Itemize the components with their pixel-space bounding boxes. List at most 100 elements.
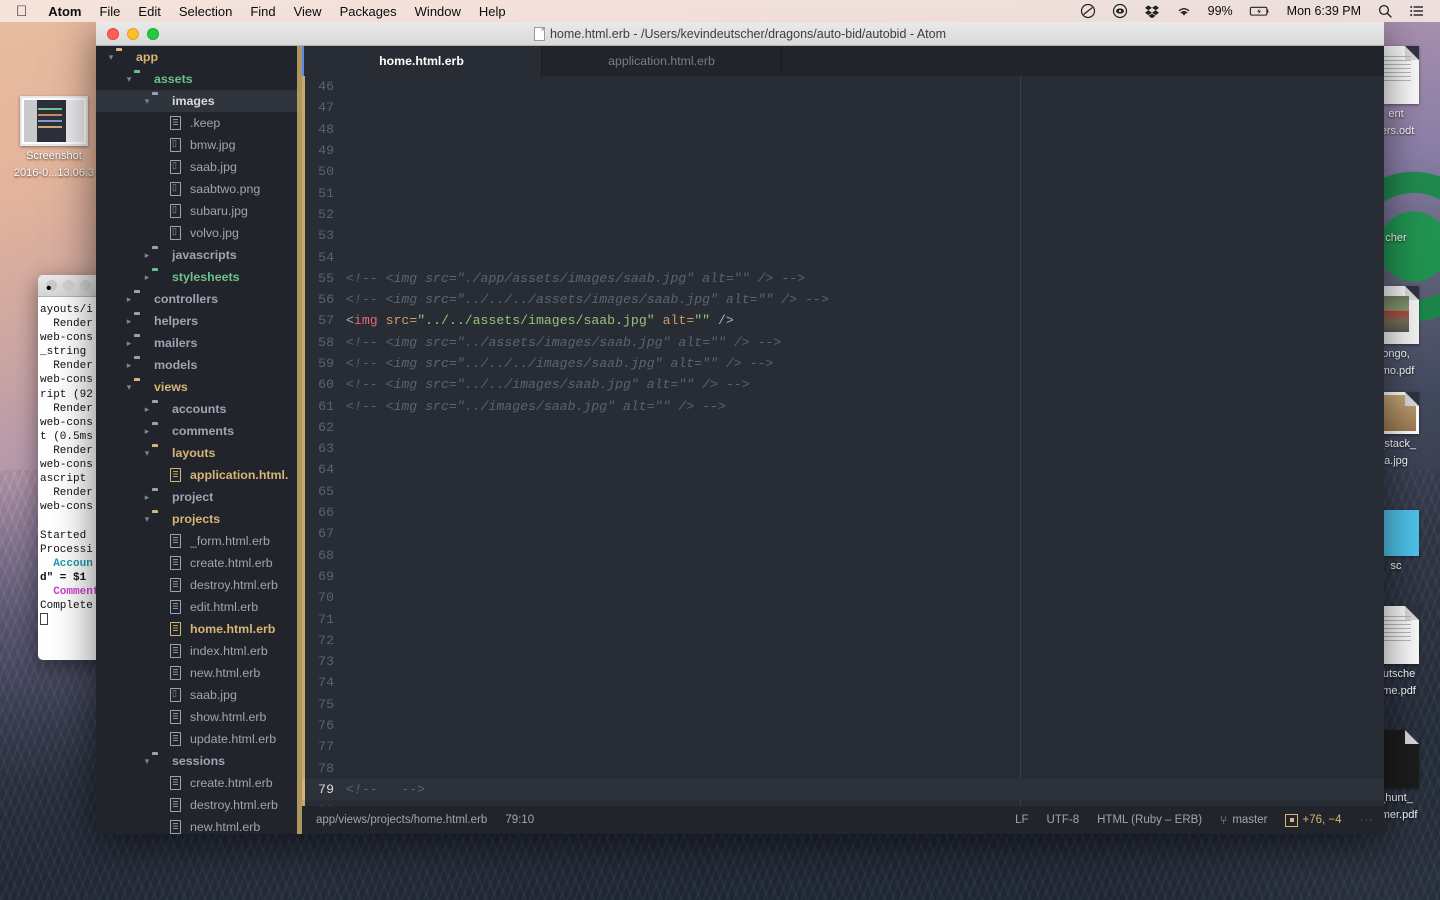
editor-line[interactable]: 76 bbox=[302, 715, 1384, 736]
tree-file-index-html-erb[interactable]: index.html.erb bbox=[96, 640, 302, 662]
tree-folder-project[interactable]: ▸ project bbox=[96, 486, 302, 508]
editor-line[interactable]: 46 bbox=[302, 76, 1384, 97]
editor-line[interactable]: 74 bbox=[302, 672, 1384, 693]
menu-item-find[interactable]: Find bbox=[241, 4, 284, 19]
tree-folder-images[interactable]: ▾ images bbox=[96, 90, 302, 112]
editor-line[interactable]: 61 <!-- <img src="../images/saab.jpg" alt… bbox=[302, 395, 1384, 416]
editor-line[interactable]: 51 bbox=[302, 182, 1384, 203]
status-git-branch[interactable]: ⑂ master bbox=[1220, 813, 1267, 827]
tree-folder-comments[interactable]: ▸ comments bbox=[96, 420, 302, 442]
menu-item-atom[interactable]: Atom bbox=[39, 4, 90, 19]
editor-line[interactable]: 78 bbox=[302, 758, 1384, 779]
atom-titlebar[interactable]: home.html.erb - /Users/kevindeutscher/dr… bbox=[96, 22, 1384, 46]
editor-line[interactable]: 72 bbox=[302, 630, 1384, 651]
editor-line[interactable]: 52 bbox=[302, 204, 1384, 225]
tree-file-destroy-html-erb[interactable]: destroy.html.erb bbox=[96, 794, 302, 816]
notification-center-icon[interactable] bbox=[1402, 3, 1432, 19]
tree-folder-layouts[interactable]: ▾ layouts bbox=[96, 442, 302, 464]
status-line-ending[interactable]: LF bbox=[1015, 814, 1028, 826]
battery-charging-icon[interactable] bbox=[1242, 3, 1278, 19]
menu-item-packages[interactable]: Packages bbox=[331, 4, 406, 19]
chevron-down-icon[interactable]: ▾ bbox=[124, 74, 134, 85]
chevron-right-icon[interactable]: ▸ bbox=[124, 316, 134, 327]
editor-line[interactable]: 75 bbox=[302, 694, 1384, 715]
tree-file-destroy-html-erb[interactable]: destroy.html.erb bbox=[96, 574, 302, 596]
chevron-right-icon[interactable]: ▸ bbox=[142, 426, 152, 437]
tree-file-update-html-erb[interactable]: update.html.erb bbox=[96, 728, 302, 750]
editor-line[interactable]: 67 bbox=[302, 523, 1384, 544]
menu-item-window[interactable]: Window bbox=[406, 4, 470, 19]
close-icon[interactable] bbox=[46, 280, 57, 291]
tree-file-edit-html-erb[interactable]: edit.html.erb bbox=[96, 596, 302, 618]
chevron-down-icon[interactable]: ▾ bbox=[142, 448, 152, 459]
tree-file-new-html-erb[interactable]: new.html.erb bbox=[96, 816, 302, 834]
editor-line[interactable]: 66 bbox=[302, 502, 1384, 523]
tab-application-html-erb[interactable]: application.html.erb bbox=[542, 46, 782, 76]
chevron-down-icon[interactable]: ▾ bbox=[142, 514, 152, 525]
status-bar[interactable]: app/views/projects/home.html.erb 79:10 L… bbox=[302, 806, 1384, 834]
menu-item-file[interactable]: File bbox=[90, 4, 129, 19]
chevron-right-icon[interactable]: ▸ bbox=[124, 360, 134, 371]
menu-item-help[interactable]: Help bbox=[470, 4, 515, 19]
editor-line[interactable]: 55 <!-- <img src="./app/assets/images/saa… bbox=[302, 268, 1384, 289]
status-cursor-position[interactable]: 79:10 bbox=[505, 814, 534, 826]
chevron-right-icon[interactable]: ▸ bbox=[142, 492, 152, 503]
zoom-icon[interactable] bbox=[80, 280, 91, 291]
status-git-diff[interactable]: +76, −4 bbox=[1285, 813, 1342, 827]
apple-menu-icon[interactable]:  bbox=[8, 4, 39, 19]
editor-line[interactable]: 53 bbox=[302, 225, 1384, 246]
dropbox-icon[interactable] bbox=[1137, 3, 1167, 19]
editor-line[interactable]: 80 bbox=[302, 800, 1384, 806]
chevron-right-icon[interactable]: ▸ bbox=[124, 338, 134, 349]
tree-folder-mailers[interactable]: ▸ mailers bbox=[96, 332, 302, 354]
do-not-disturb-icon[interactable] bbox=[1073, 3, 1103, 19]
tab-home-html-erb[interactable]: home.html.erb bbox=[302, 46, 542, 76]
spotlight-search-icon[interactable] bbox=[1370, 3, 1400, 19]
desktop-icon-screenshot[interactable]: Screenshot 2016-0...13.06.3 bbox=[8, 96, 100, 180]
status-grammar[interactable]: HTML (Ruby – ERB) bbox=[1097, 814, 1202, 826]
tree-file-show-html-erb[interactable]: show.html.erb bbox=[96, 706, 302, 728]
text-editor[interactable]: 46 47 48 49 50 51 52 53 54 55 <!-- <img s… bbox=[302, 76, 1384, 806]
chevron-down-icon[interactable]: ▾ bbox=[124, 382, 134, 393]
menu-item-view[interactable]: View bbox=[285, 4, 331, 19]
menu-bar-clock[interactable]: Mon 6:39 PM bbox=[1280, 4, 1368, 18]
tree-file-saab-jpg[interactable]: saab.jpg bbox=[96, 156, 302, 178]
tree-folder-stylesheets[interactable]: ▸ stylesheets bbox=[96, 266, 302, 288]
tree-file-create-html-erb[interactable]: create.html.erb bbox=[96, 772, 302, 794]
tree-file-application-html-[interactable]: application.html. bbox=[96, 464, 302, 486]
tree-view-sidebar[interactable]: ▾app▾assets▾images .keep bmw.jpg saab.jp… bbox=[96, 46, 302, 834]
tree-folder-accounts[interactable]: ▸ accounts bbox=[96, 398, 302, 420]
tab-bar[interactable]: home.html.erb application.html.erb bbox=[302, 46, 1384, 76]
editor-line[interactable]: 49 bbox=[302, 140, 1384, 161]
macos-menu-bar[interactable]:  Atom File Edit Selection Find View Pac… bbox=[0, 0, 1440, 22]
tree-file-volvo-jpg[interactable]: volvo.jpg bbox=[96, 222, 302, 244]
editor-line[interactable]: 68 bbox=[302, 545, 1384, 566]
tree-file--keep[interactable]: .keep bbox=[96, 112, 302, 134]
tree-folder-javascripts[interactable]: ▸ javascripts bbox=[96, 244, 302, 266]
chevron-right-icon[interactable]: ▸ bbox=[142, 250, 152, 261]
chevron-down-icon[interactable]: ▾ bbox=[106, 52, 116, 63]
flux-icon[interactable] bbox=[1105, 3, 1135, 19]
tree-folder-models[interactable]: ▸ models bbox=[96, 354, 302, 376]
editor-line[interactable]: 71 bbox=[302, 608, 1384, 629]
tree-folder-projects[interactable]: ▾ projects bbox=[96, 508, 302, 530]
editor-line[interactable]: 73 bbox=[302, 651, 1384, 672]
tree-file-home-html-erb[interactable]: home.html.erb bbox=[96, 618, 302, 640]
atom-window[interactable]: home.html.erb - /Users/kevindeutscher/dr… bbox=[96, 22, 1384, 834]
editor-line[interactable]: 77 bbox=[302, 736, 1384, 757]
tree-folder-app[interactable]: ▾ app bbox=[96, 46, 302, 68]
status-file-path[interactable]: app/views/projects/home.html.erb bbox=[316, 814, 487, 826]
editor-line[interactable]: 62 bbox=[302, 417, 1384, 438]
tree-file-subaru-jpg[interactable]: subaru.jpg bbox=[96, 200, 302, 222]
chevron-right-icon[interactable]: ▸ bbox=[124, 294, 134, 305]
editor-line[interactable]: 63 bbox=[302, 438, 1384, 459]
editor-line[interactable]: 56 <!-- <img src="../../../assets/images/… bbox=[302, 289, 1384, 310]
editor-line[interactable]: 54 bbox=[302, 246, 1384, 267]
tree-file-new-html-erb[interactable]: new.html.erb bbox=[96, 662, 302, 684]
editor-line[interactable]: 70 bbox=[302, 587, 1384, 608]
menu-item-selection[interactable]: Selection bbox=[170, 4, 241, 19]
chevron-right-icon[interactable]: ▸ bbox=[142, 404, 152, 415]
editor-cursor-line[interactable]: 79 <!-- --> bbox=[302, 778, 1384, 801]
editor-line[interactable]: 48 bbox=[302, 119, 1384, 140]
status-overflow-icon[interactable]: ··· bbox=[1360, 814, 1375, 826]
